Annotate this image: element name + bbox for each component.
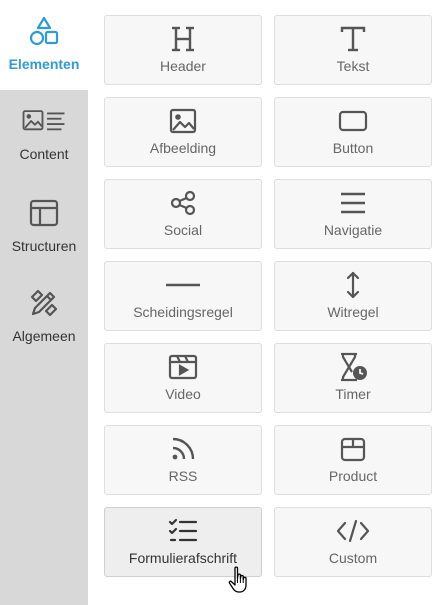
element-product-tile[interactable]: Product <box>274 425 432 495</box>
divider-icon <box>163 270 203 300</box>
menu-icon <box>333 188 373 218</box>
element-label: Button <box>332 140 374 156</box>
form-list-icon <box>163 516 203 546</box>
element-label: Custom <box>328 550 378 566</box>
element-header-tile[interactable]: Header <box>104 15 262 85</box>
element-afbeelding-tile[interactable]: Afbeelding <box>104 97 262 167</box>
element-label: Product <box>328 468 378 484</box>
sidebar-item-label: Algemeen <box>12 328 76 344</box>
element-custom-tile[interactable]: Custom <box>274 507 432 577</box>
element-social-tile[interactable]: Social <box>104 179 262 249</box>
image-text-icon <box>22 104 66 138</box>
element-label: Header <box>160 58 206 74</box>
sidebar-item-elementen[interactable]: Elementen <box>0 0 88 90</box>
element-label: Scheidingsregel <box>133 304 233 320</box>
button-icon <box>333 106 373 136</box>
sidebar-item-algemeen[interactable]: Algemeen <box>0 272 88 362</box>
sidebar-item-label: Structuren <box>11 238 77 254</box>
sidebar-item-content[interactable]: Content <box>0 92 88 182</box>
element-button-tile[interactable]: Button <box>274 97 432 167</box>
timer-icon <box>333 352 373 382</box>
element-label: RSS <box>168 468 198 484</box>
element-scheidingsregel-tile[interactable]: Scheidingsregel <box>104 261 262 331</box>
image-icon <box>163 106 203 136</box>
element-video-tile[interactable]: Video <box>104 343 262 413</box>
element-label: Witregel <box>327 304 379 320</box>
sidebar: Elementen Content Structuren Algemeen <box>0 0 88 605</box>
element-label: Tekst <box>336 58 370 74</box>
element-navigatie-tile[interactable]: Navigatie <box>274 179 432 249</box>
element-label: Navigatie <box>323 222 383 238</box>
video-icon <box>163 352 203 382</box>
text-t-icon <box>333 24 373 54</box>
element-timer-tile[interactable]: Timer <box>274 343 432 413</box>
header-h-icon <box>163 24 203 54</box>
code-icon <box>333 516 373 546</box>
element-label: Video <box>165 386 201 402</box>
rss-icon <box>163 434 203 464</box>
element-witregel-tile[interactable]: Witregel <box>274 261 432 331</box>
product-box-icon <box>333 434 373 464</box>
element-label: Social <box>163 222 203 238</box>
spacer-icon <box>333 270 373 300</box>
sidebar-item-label: Elementen <box>8 56 80 72</box>
layout-icon <box>22 196 66 230</box>
element-label: Afbeelding <box>149 140 217 156</box>
shapes-icon <box>22 14 66 48</box>
pencil-ruler-icon <box>22 286 66 320</box>
element-tekst-tile[interactable]: Tekst <box>274 15 432 85</box>
element-label: Formulierafschrift <box>128 550 238 566</box>
sidebar-item-label: Content <box>19 146 69 162</box>
element-label: Timer <box>335 386 371 402</box>
sidebar-item-structuren[interactable]: Structuren <box>0 182 88 272</box>
hand-cursor-icon <box>228 566 250 594</box>
elements-grid: Header Tekst Afbeelding Button Social Na… <box>104 15 432 577</box>
share-icon <box>163 188 203 218</box>
element-rss-tile[interactable]: RSS <box>104 425 262 495</box>
